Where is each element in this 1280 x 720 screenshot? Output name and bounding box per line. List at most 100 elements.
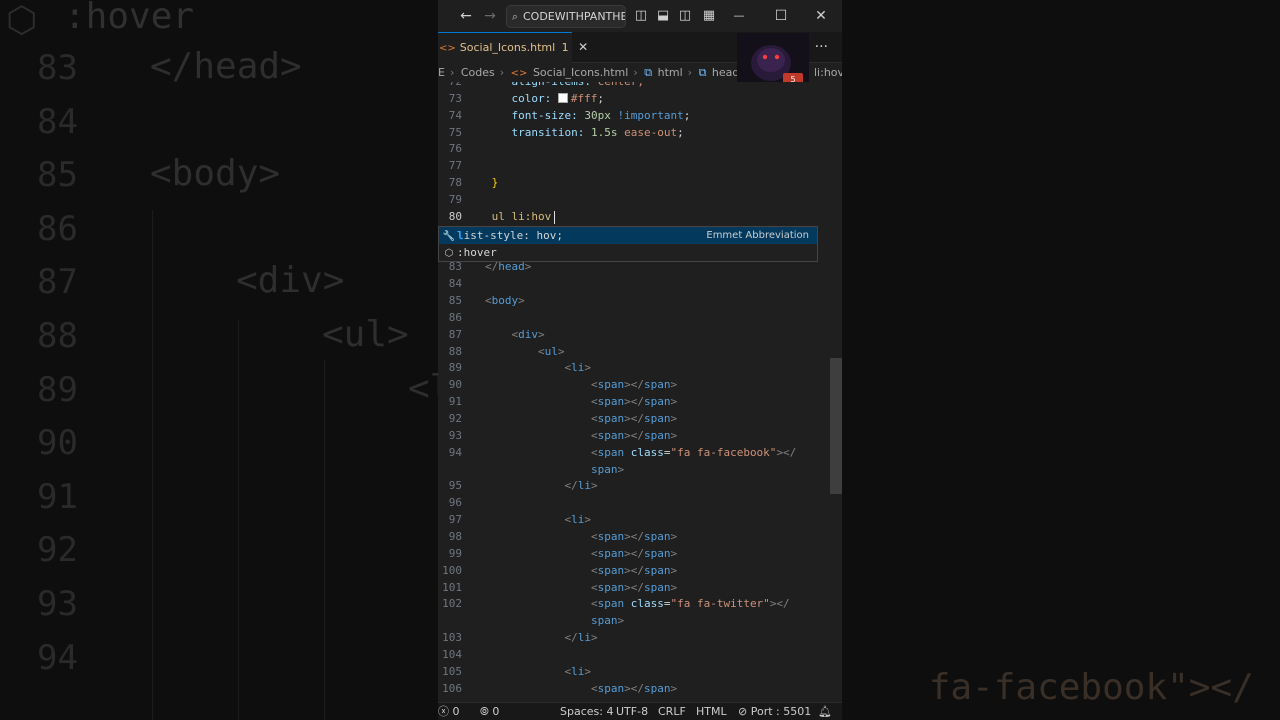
minimize-icon[interactable]: — bbox=[728, 0, 750, 32]
code-token: ; bbox=[677, 125, 684, 139]
code-token: < bbox=[485, 327, 519, 341]
close-tab-icon[interactable]: ✕ bbox=[578, 40, 588, 54]
code-token: "fa fa-facebook" bbox=[670, 445, 777, 459]
code-line: </head> bbox=[485, 260, 531, 273]
line-number: 103 bbox=[442, 631, 462, 645]
background-code-line: <body> bbox=[150, 153, 281, 195]
suggestion-widget: 🔧 list-style: hov; Emmet Abbreviation ⬡:hov… bbox=[438, 226, 818, 262]
code-token: < bbox=[485, 513, 572, 527]
code-line: font-size: 30px !important; bbox=[485, 109, 690, 122]
code-token: span bbox=[643, 529, 671, 543]
chevron-right-icon: › bbox=[449, 66, 455, 79]
code-token: li bbox=[571, 361, 585, 375]
code-token: < bbox=[485, 597, 598, 611]
code-token: li bbox=[577, 631, 591, 645]
errors-indicator[interactable]: ⓧ 0 bbox=[438, 703, 460, 720]
broadcast-icon: ⦾ bbox=[480, 705, 489, 718]
html-file-icon: <> bbox=[439, 43, 456, 54]
close-window-icon[interactable]: ✕ bbox=[810, 0, 832, 32]
line-number: 79 bbox=[448, 192, 462, 206]
code-token: ; bbox=[683, 108, 691, 122]
line-number: 76 bbox=[448, 142, 462, 156]
code-token: ul li:hov bbox=[485, 209, 552, 223]
code-token: < bbox=[485, 428, 598, 442]
line-number: 83 bbox=[448, 260, 462, 274]
eol-setting[interactable]: CRLF bbox=[658, 703, 686, 720]
code-token: li bbox=[571, 513, 585, 527]
indentation-setting[interactable]: Spaces: 4 bbox=[560, 703, 613, 720]
toggle-secondary-sidebar-icon[interactable]: ◫ bbox=[676, 0, 694, 32]
breadcrumb-codes[interactable]: Codes bbox=[461, 66, 495, 79]
back-arrow-icon[interactable]: ← bbox=[456, 0, 476, 32]
scrollbar-thumb[interactable] bbox=[830, 358, 842, 494]
forward-arrow-icon[interactable]: → bbox=[480, 0, 500, 32]
ports-indicator[interactable]: ⦾ 0 bbox=[480, 703, 499, 720]
customize-layout-icon[interactable]: ▦ bbox=[700, 0, 718, 32]
line-number: 88 bbox=[448, 344, 462, 358]
breadcrumb-last[interactable]: li:hov bbox=[814, 63, 842, 83]
toggle-sidebar-icon[interactable]: ◫ bbox=[632, 0, 650, 32]
language-mode[interactable]: HTML bbox=[696, 703, 727, 720]
code-line: <ul> bbox=[485, 345, 565, 358]
tab-social-icons-html[interactable]: <> Social_Icons.html 1 ✕ bbox=[438, 32, 588, 63]
line-number: 85 bbox=[448, 294, 462, 308]
code-token: ></ bbox=[624, 395, 644, 409]
breadcrumb-file[interactable]: Social_Icons.html bbox=[533, 66, 628, 79]
code-token: transition: bbox=[485, 125, 591, 139]
encoding-setting[interactable]: UTF-8 bbox=[616, 703, 648, 720]
line-number: 95 bbox=[448, 479, 462, 493]
maximize-icon[interactable]: ☐ bbox=[770, 0, 792, 32]
code-editor[interactable]: 72 align-items: center; 73 color: #fff; 74… bbox=[438, 82, 830, 702]
code-token: > bbox=[670, 563, 678, 577]
line-number: 93 bbox=[448, 428, 462, 442]
suggestion-item[interactable]: ⬡:hover bbox=[439, 244, 817, 261]
color-swatch-icon[interactable] bbox=[557, 92, 568, 103]
status-bar: ⓧ 0 ⦾ 0 Spaces: 4 UTF-8 CRLF HTML ⊘ Port… bbox=[438, 702, 842, 720]
code-line: <body> bbox=[485, 294, 525, 307]
code-token: </ bbox=[485, 479, 578, 493]
line-number: 72 bbox=[438, 82, 462, 88]
code-line: transition: 1.5s ease-out; bbox=[485, 125, 684, 139]
breadcrumb-root[interactable]: E bbox=[438, 66, 445, 79]
background-line-number: 93 bbox=[37, 584, 78, 624]
element-icon: ⧉ bbox=[644, 66, 653, 79]
code-line: } bbox=[485, 176, 499, 189]
code-token: center; bbox=[598, 82, 644, 88]
error-icon: ⓧ bbox=[438, 705, 449, 718]
code-line: <span></span> bbox=[485, 682, 677, 695]
code-token: 30px bbox=[584, 108, 611, 122]
code-token: span bbox=[597, 546, 625, 560]
toggle-panel-icon[interactable]: ⬓ bbox=[654, 0, 672, 32]
code-token: ></ bbox=[624, 580, 644, 594]
breadcrumb-head[interactable]: head bbox=[712, 66, 739, 79]
code-token: > bbox=[590, 631, 598, 645]
code-token: > bbox=[584, 361, 591, 375]
background-indent-guide bbox=[238, 320, 239, 720]
suggestion-item[interactable]: 🔧 list-style: hov; Emmet Abbreviation bbox=[439, 227, 817, 244]
code-token: ease-out bbox=[617, 125, 678, 139]
editor-scrollbar[interactable] bbox=[830, 82, 842, 702]
code-token: > bbox=[617, 462, 625, 476]
code-token: span bbox=[597, 597, 625, 611]
notifications-bell-icon[interactable]: 🔔︎ bbox=[818, 703, 832, 720]
code-token: > bbox=[584, 664, 591, 678]
background-cube-icon: ⬡ bbox=[6, 0, 38, 41]
code-token: class bbox=[624, 445, 664, 459]
code-token: ></ bbox=[776, 445, 797, 459]
code-token: span bbox=[597, 395, 625, 409]
code-token: </ bbox=[485, 260, 499, 274]
no-entry-icon: ⊘ bbox=[738, 705, 748, 718]
background-right-text: fa-facebook"></ bbox=[928, 667, 1254, 708]
line-number: 89 bbox=[448, 361, 462, 375]
code-token: align-items: bbox=[485, 82, 598, 88]
suggestion-label: :hover bbox=[457, 246, 497, 259]
cube-icon: ⬡ bbox=[444, 248, 454, 259]
more-actions-icon[interactable]: ··· bbox=[815, 32, 828, 62]
code-token: ></ bbox=[624, 378, 644, 392]
breadcrumb-html[interactable]: html bbox=[658, 66, 683, 79]
command-center-search[interactable]: ⌕ CODEWITHPANTHER bbox=[506, 5, 626, 28]
live-server-port[interactable]: ⊘ Port : 5501 bbox=[738, 703, 811, 720]
code-line: </li> bbox=[485, 479, 597, 493]
code-token: ></ bbox=[624, 428, 644, 442]
